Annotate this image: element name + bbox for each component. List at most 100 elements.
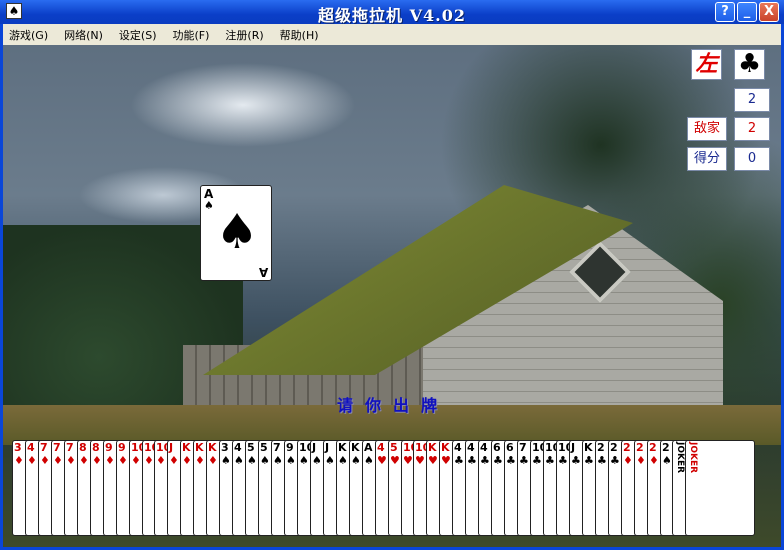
hand-card-suit-icon: ♦: [79, 454, 89, 467]
enemy-level-value: 2: [734, 117, 770, 141]
hand-card-suit-icon: ♦: [144, 454, 154, 467]
hand-card-rank: J: [571, 441, 576, 454]
hand-card-rank: 4: [480, 441, 488, 454]
hand-card-rank: JOKER: [688, 442, 698, 474]
hand-card-rank: 5: [390, 441, 398, 454]
hand-card-rank: 6: [493, 441, 501, 454]
hand-card-rank: 6: [506, 441, 514, 454]
hand-card-rank: K: [351, 441, 360, 454]
hand-card-rank: 7: [66, 441, 74, 454]
hand-card-rank: 4: [27, 441, 35, 454]
level-value: 2: [734, 88, 770, 112]
hand-card-suit-icon: ♦: [623, 454, 633, 467]
hand-card-suit-icon: ♣: [532, 454, 542, 467]
hand-card-rank: J: [312, 441, 317, 454]
hand-card-rank: K: [584, 441, 593, 454]
hand-card-suit-icon: ♦: [195, 454, 205, 467]
hand-card-suit-icon: ♠: [364, 454, 374, 467]
hand-card-rank: A: [364, 441, 373, 454]
hand-card-rank: 5: [260, 441, 268, 454]
hand-card-suit-icon: ♣: [493, 454, 503, 467]
hand-card-suit-icon: ♣: [467, 454, 477, 467]
hand-card-suit-icon: ♣: [519, 454, 529, 467]
hand-card-rank: 2: [623, 441, 631, 454]
hand-card-rank: 2: [597, 441, 605, 454]
hand-card-rank: K: [428, 441, 437, 454]
hand-card-rank: 5: [247, 441, 255, 454]
menu-network[interactable]: 网络(N): [58, 27, 109, 43]
menu-bar: 游戏(G) 网络(N) 设定(S) 功能(F) 注册(R) 帮助(H): [3, 24, 781, 45]
play-prompt-text: 请你出牌: [337, 396, 450, 415]
game-window: ♠ 超级拖拉机 V4.02 ? _ X 游戏(G) 网络(N) 设定(S) 功能…: [0, 0, 784, 550]
hand-card-suit-icon: ♣: [454, 454, 464, 467]
hand-card-rank: 8: [92, 441, 100, 454]
hand-card-rank: 7: [519, 441, 527, 454]
hand-card-rank: K: [182, 441, 191, 454]
hand-card-rank: 2: [636, 441, 644, 454]
hand-card-rank: 9: [286, 441, 294, 454]
hand-card-suit-icon: ♣: [597, 454, 607, 467]
score-label: 得分: [687, 147, 727, 171]
hand-card-suit-icon: ♦: [105, 454, 115, 467]
hand-card-suit-icon: ♠: [662, 454, 672, 467]
hand-card-rank: 7: [40, 441, 48, 454]
hand-card-rank: 7: [53, 441, 61, 454]
hand-card[interactable]: JOKER: [685, 440, 755, 536]
hand-card-suit-icon: ♣: [584, 454, 594, 467]
hand-card-suit-icon: ♥: [441, 454, 451, 467]
hand-card-suit-icon: ♠: [299, 454, 309, 467]
hand-card-suit-icon: ♦: [636, 454, 646, 467]
hand-card-rank: 9: [105, 441, 113, 454]
hand-card-suit-icon: ♥: [390, 454, 400, 467]
hand-card-rank: 4: [454, 441, 462, 454]
hand-card-suit-icon: ♦: [40, 454, 50, 467]
window-title: 超级拖拉机 V4.02: [318, 6, 466, 25]
help-button[interactable]: ?: [715, 2, 735, 22]
hand-card-rank: JOKER: [675, 442, 685, 474]
hand-card-rank: 3: [221, 441, 229, 454]
hand-card-suit-icon: ♠: [338, 454, 348, 467]
hand-card-suit-icon: ♦: [118, 454, 128, 467]
menu-game[interactable]: 游戏(G): [3, 27, 54, 43]
hand-card-rank: 4: [467, 441, 475, 454]
hand-card-rank: 8: [79, 441, 87, 454]
enemy-label: 敌家: [687, 117, 727, 141]
hand-card-suit-icon: ♦: [649, 454, 659, 467]
hand-card-suit-icon: ♥: [428, 454, 438, 467]
hand-card-suit-icon: ♦: [156, 454, 166, 467]
hand-card-suit-icon: ♦: [92, 454, 102, 467]
hand-card-suit-icon: ♣: [480, 454, 490, 467]
menu-settings[interactable]: 设定(S): [113, 27, 163, 43]
hand-card-suit-icon: ♠: [221, 454, 231, 467]
hand-card-rank: 2: [610, 441, 618, 454]
hand-card-rank: J: [169, 441, 174, 454]
score-value: 0: [734, 147, 770, 171]
hand-card-rank: J: [325, 441, 330, 454]
hand-card-suit-icon: ♦: [53, 454, 63, 467]
hand-card-suit-icon: ♥: [403, 454, 413, 467]
hand-card-suit-icon: ♦: [14, 454, 24, 467]
hand-card-suit-icon: ♦: [66, 454, 76, 467]
hand-card-rank: 4: [377, 441, 385, 454]
menu-help[interactable]: 帮助(H): [274, 27, 325, 43]
hand-card-rank: 7: [273, 441, 281, 454]
hand-card-suit-icon: ♣: [610, 454, 620, 467]
hand-card-suit-icon: ♠: [325, 454, 335, 467]
seat-position-indicator: 左: [691, 49, 722, 80]
hand-card-suit-icon: ♣: [545, 454, 555, 467]
hand-card-rank: 4: [234, 441, 242, 454]
played-card-suit-small: ♠: [204, 199, 214, 212]
menu-register[interactable]: 注册(R): [219, 27, 269, 43]
title-bar[interactable]: ♠ 超级拖拉机 V4.02 ? _ X: [0, 0, 784, 25]
hand-card-rank: K: [441, 441, 450, 454]
hand-card-rank: 2: [662, 441, 670, 454]
hand-card-suit-icon: ♣: [558, 454, 568, 467]
hand-card-rank: 9: [118, 441, 126, 454]
minimize-button[interactable]: _: [737, 2, 757, 22]
menu-functions[interactable]: 功能(F): [167, 27, 216, 43]
close-button[interactable]: X: [759, 2, 779, 22]
hand-card-suit-icon: ♣: [571, 454, 581, 467]
trump-suit-club-icon: ♣: [734, 49, 765, 80]
spade-icon: ♠: [215, 204, 259, 260]
hand-card-suit-icon: ♠: [260, 454, 270, 467]
